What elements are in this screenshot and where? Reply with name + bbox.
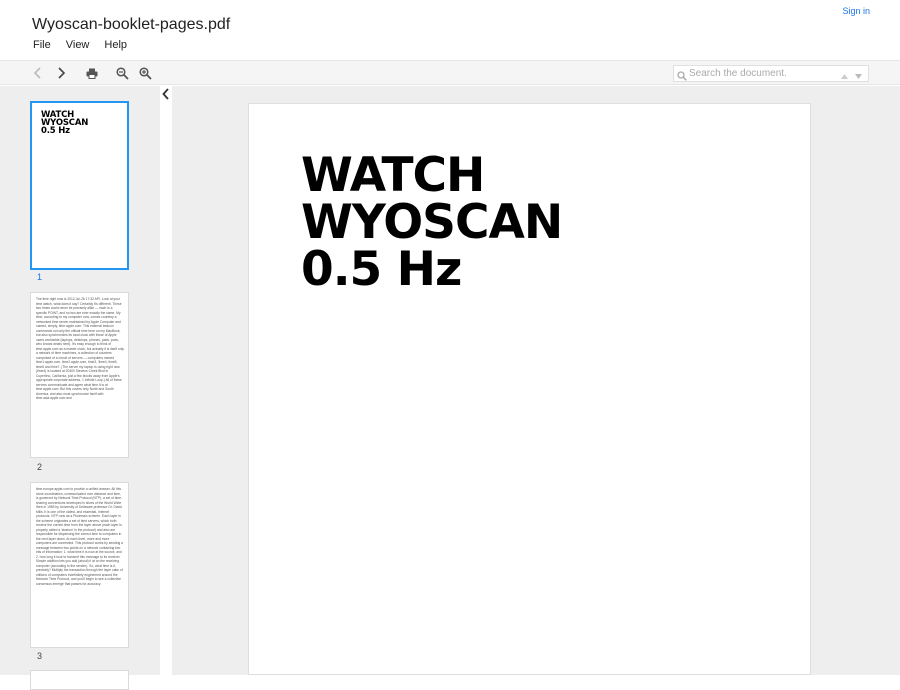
menu-file[interactable]: File	[33, 39, 51, 51]
app-header: Wyoscan-booklet-pages.pdf File View Help…	[0, 0, 900, 60]
page-number-3: 3	[37, 651, 43, 661]
print-icon[interactable]	[83, 64, 101, 82]
chevron-right-icon[interactable]	[52, 64, 70, 82]
search-icon	[677, 68, 687, 86]
page-thumbnail-3[interactable]: time.europe.apple.com to provide a unifi…	[30, 482, 129, 648]
page-thumbnail-1[interactable]: WATCH WYOSCAN 0.5 Hz	[30, 101, 129, 270]
page-heading: WATCH WYOSCAN 0.5 Hz	[301, 148, 563, 297]
toolbar	[0, 60, 900, 85]
search-next-icon[interactable]	[854, 68, 863, 86]
zoom-out-icon[interactable]	[113, 64, 131, 82]
chevron-left-icon[interactable]	[29, 64, 47, 82]
menu-help[interactable]: Help	[104, 39, 127, 51]
page-thumbnail-4[interactable]	[30, 670, 129, 690]
menu-bar: File View Help	[33, 39, 127, 51]
page-number-2: 2	[37, 462, 43, 472]
page-thumbnail-2[interactable]: The time right now is 2012-Jul-26 17:32 …	[30, 292, 129, 458]
document-title: Wyoscan-booklet-pages.pdf	[32, 16, 231, 33]
page-number-1: 1	[37, 272, 43, 282]
thumbnail-title: WATCH WYOSCAN 0.5 Hz	[41, 110, 89, 136]
document-page: WATCH WYOSCAN 0.5 Hz	[248, 103, 811, 675]
search-input[interactable]	[689, 67, 839, 80]
thumbnail-text: time.europe.apple.com to provide a unifi…	[36, 487, 123, 586]
collapse-sidebar-icon[interactable]	[160, 87, 172, 101]
thumbnail-text: The time right now is 2012-Jul-26 17:32 …	[36, 297, 124, 400]
search-previous-icon[interactable]	[840, 68, 849, 86]
zoom-in-icon[interactable]	[136, 64, 154, 82]
sign-in-link[interactable]: Sign in	[842, 6, 870, 16]
search-box	[673, 65, 869, 82]
menu-view[interactable]: View	[66, 39, 90, 51]
